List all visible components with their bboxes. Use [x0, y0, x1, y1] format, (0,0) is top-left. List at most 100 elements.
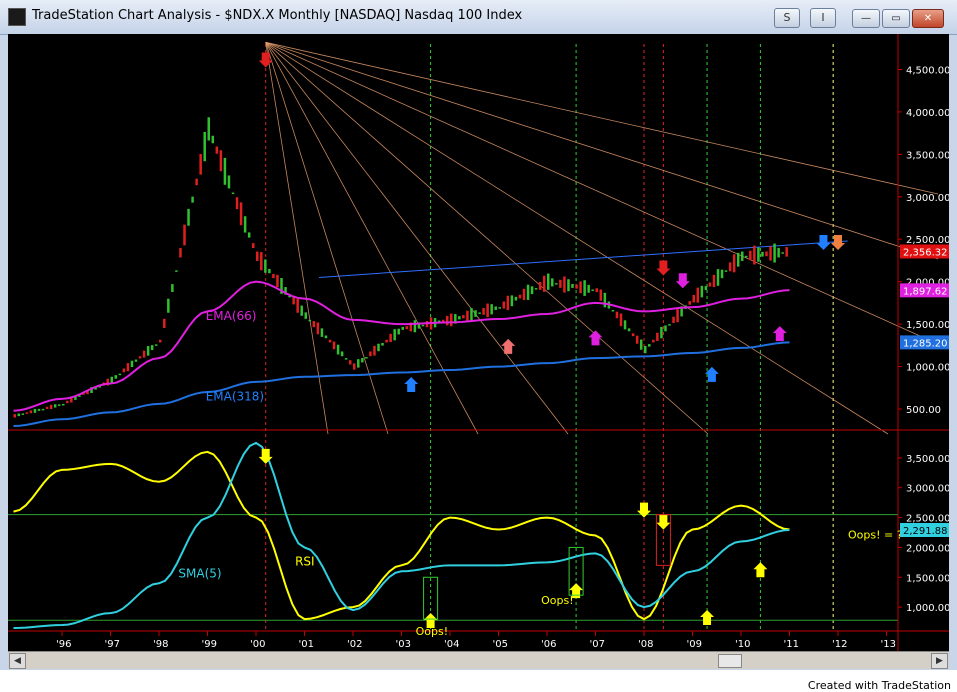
time-tick-label: '96 — [56, 639, 71, 650]
indicator-tick-label: 2,500.00 — [906, 514, 949, 525]
time-tick-label: '02 — [347, 639, 362, 650]
price-candle — [486, 303, 489, 318]
price-candle — [150, 345, 154, 351]
price-candle — [413, 320, 417, 333]
price-candle — [340, 351, 344, 357]
time-tick-label: '05 — [493, 639, 508, 650]
axes-layer: 4,500.00 4,000.00 3,500.00 3,000.00 2,500.00… — [8, 34, 951, 651]
time-tick-label: '10 — [735, 639, 750, 650]
price-candle — [401, 326, 404, 330]
price-candle — [522, 288, 526, 301]
price-candle — [171, 284, 174, 292]
title-bar: TradeStation Chart Analysis - $NDX.X Mon… — [0, 0, 957, 35]
scroll-thumb[interactable] — [718, 654, 742, 668]
ema318-label: EMA(318) — [206, 390, 264, 404]
price-candle — [688, 301, 691, 305]
i-menu-button[interactable]: I — [810, 8, 836, 28]
price-candle — [62, 403, 65, 406]
price-candle — [458, 316, 461, 320]
price-candle — [312, 321, 316, 328]
oops-annotation-1: Oops! — [416, 625, 449, 638]
price-tick-label: 4,500.00 — [906, 65, 949, 76]
price-candle — [251, 243, 255, 249]
price-badge-label: 1,897.62 — [903, 286, 948, 297]
price-candle — [692, 294, 695, 303]
price-candle — [712, 274, 716, 288]
price-candle — [247, 232, 251, 238]
price-candle — [668, 324, 671, 326]
price-candle — [555, 283, 558, 285]
price-tick-label: 4,000.00 — [906, 108, 949, 119]
scroll-right-arrow[interactable]: ▶ — [931, 653, 948, 669]
footer-text: Created with TradeStation — [807, 679, 951, 692]
price-candle — [219, 150, 223, 172]
time-tick-label: '13 — [881, 639, 896, 650]
price-candle — [757, 247, 760, 262]
price-candle — [753, 245, 756, 265]
price-candle — [559, 279, 562, 288]
time-tick-label: '06 — [541, 639, 556, 650]
up-arrow-icon — [404, 377, 419, 393]
price-candle — [534, 288, 538, 290]
price-candle — [114, 375, 118, 379]
price-candle — [348, 360, 352, 365]
minimize-button[interactable]: — — [852, 9, 880, 28]
price-candle — [361, 358, 364, 363]
price-candle — [482, 308, 485, 315]
scroll-left-arrow[interactable]: ◀ — [9, 653, 26, 669]
grid-layer — [8, 44, 898, 631]
price-candle — [227, 175, 231, 189]
sma-label: SMA(5) — [178, 566, 221, 580]
price-candle — [300, 305, 303, 316]
price-candle — [29, 410, 33, 414]
price-tick-label: 3,000.00 — [906, 193, 949, 204]
price-candle — [320, 328, 324, 337]
price-candle — [506, 295, 510, 311]
series-layer — [13, 117, 790, 630]
price-candle — [563, 276, 566, 293]
chart-area[interactable]: 4,500.00 4,000.00 3,500.00 3,000.00 2,500.00… — [8, 34, 952, 651]
price-candle — [466, 310, 469, 321]
price-candle — [660, 326, 663, 339]
price-candle — [644, 345, 647, 354]
price-candle — [256, 251, 259, 261]
price-candle — [619, 313, 623, 327]
time-tick-label: '12 — [832, 639, 847, 650]
price-badge-label: 2,356.32 — [903, 247, 948, 258]
price-badge-label: 1,285.20 — [903, 338, 948, 349]
price-candle — [223, 157, 227, 185]
price-candle — [627, 328, 631, 332]
maximize-button[interactable]: ▭ — [882, 9, 910, 28]
price-candle — [389, 333, 392, 343]
price-candle — [126, 363, 130, 372]
oops-annotation-3: Oops! = ? — [848, 528, 903, 541]
price-candle — [518, 294, 522, 299]
fan-line — [265, 41, 939, 195]
price-candle — [373, 345, 376, 356]
fan-line — [265, 42, 479, 435]
price-tick-label: 1,000.00 — [906, 363, 949, 374]
price-candle — [308, 319, 312, 322]
ma-line-ema318 — [13, 341, 790, 427]
price-candle — [231, 192, 235, 195]
close-button[interactable]: ✕ — [912, 9, 944, 28]
price-candle — [720, 269, 724, 279]
price-candle — [405, 326, 409, 330]
price-candle — [45, 406, 49, 409]
price-candle — [138, 356, 142, 359]
price-candle — [175, 270, 178, 272]
s-menu-button[interactable]: S — [774, 8, 800, 28]
up-arrow-icon — [772, 326, 787, 342]
price-candle — [235, 197, 239, 210]
horizontal-scrollbar[interactable]: ◀ ▶ — [8, 651, 949, 669]
price-candle — [33, 408, 37, 413]
price-candle — [296, 298, 299, 313]
price-candle — [272, 273, 275, 279]
fan-line — [265, 42, 569, 435]
time-tick-label: '99 — [202, 639, 217, 650]
app-icon — [8, 8, 26, 26]
price-candle — [542, 275, 546, 292]
indicator-tick-label: 1,500.00 — [906, 573, 949, 584]
app-window: TradeStation Chart Analysis - $NDX.X Mon… — [0, 0, 957, 692]
price-candle — [134, 359, 138, 362]
